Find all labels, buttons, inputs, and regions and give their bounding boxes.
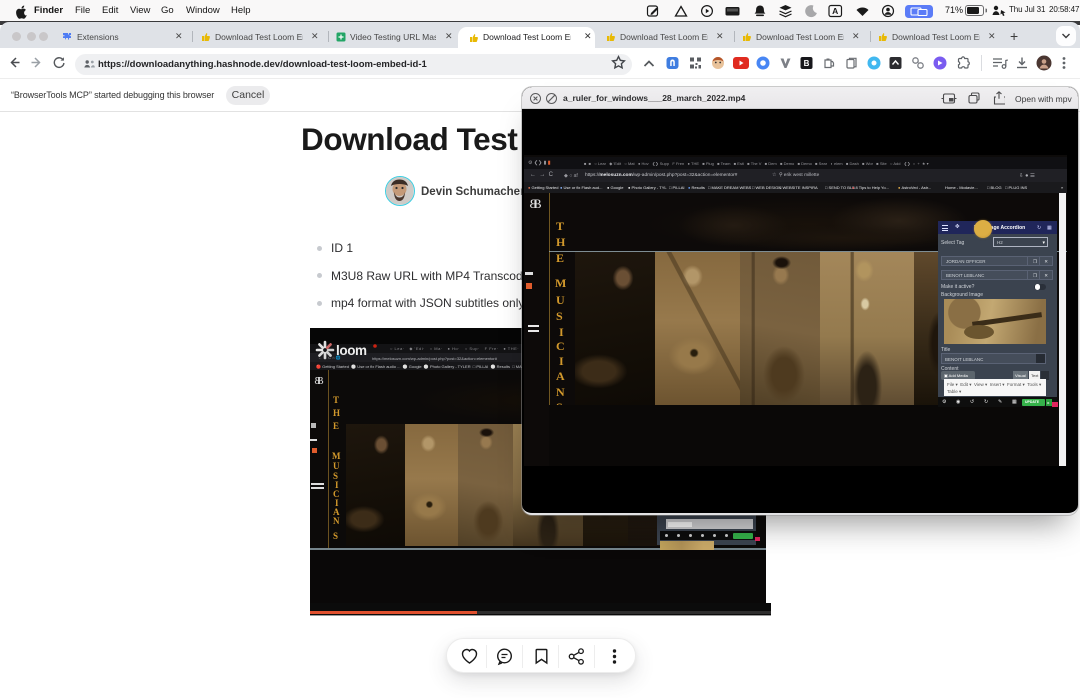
svg-text:B: B	[533, 196, 542, 211]
svg-text:B: B	[804, 59, 810, 68]
svg-text:B: B	[317, 376, 324, 387]
